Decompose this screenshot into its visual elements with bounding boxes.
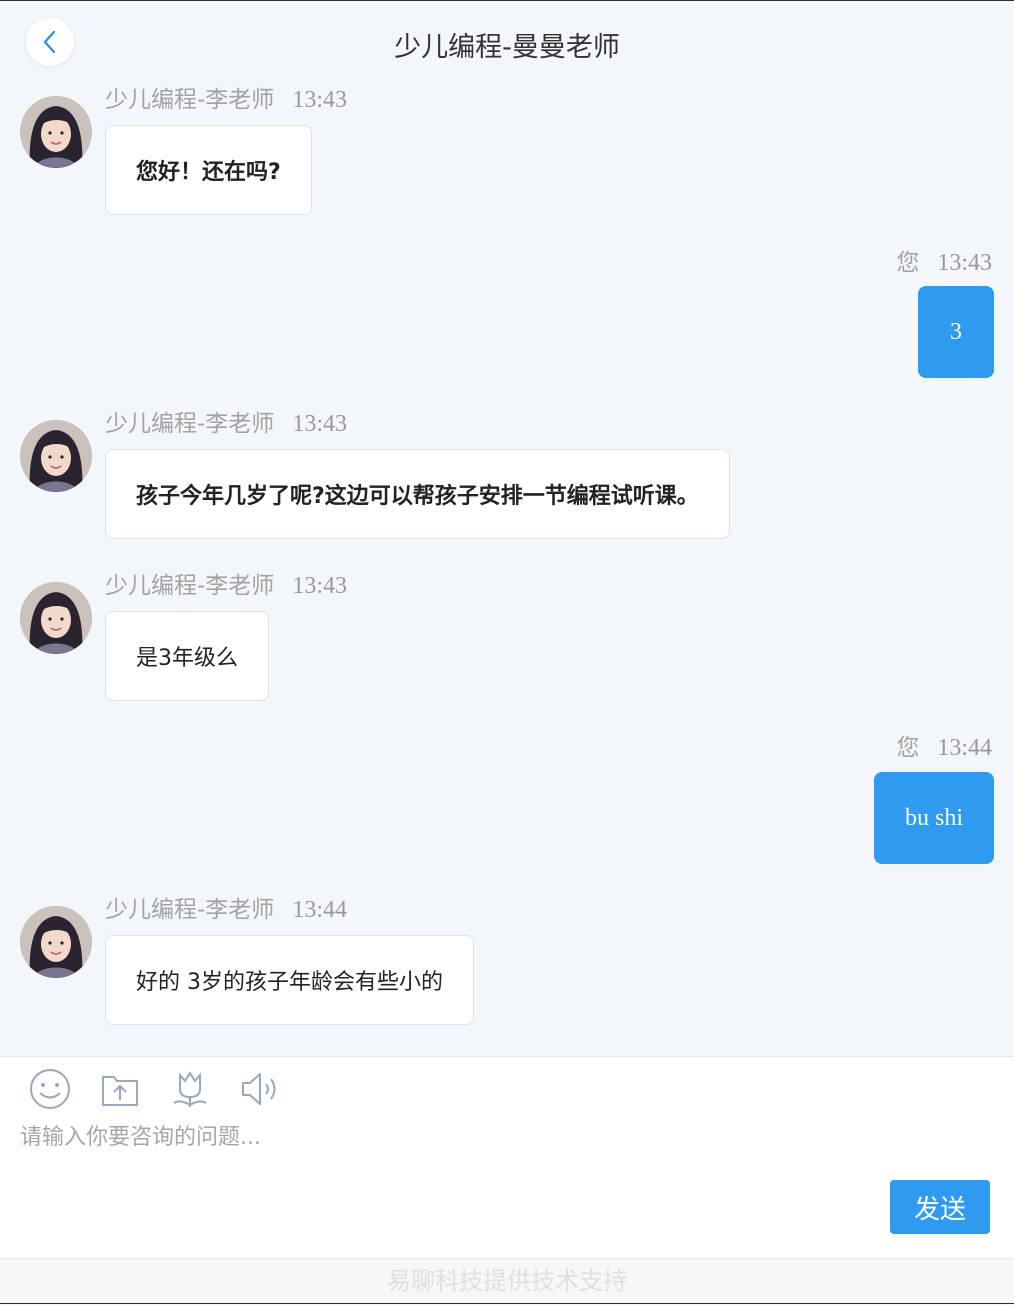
avatar <box>20 96 92 168</box>
message-meta: 少儿编程-李老师 13:43 <box>105 86 347 114</box>
message-sender: 少儿编程-李老师 <box>105 411 275 437</box>
emoji-icon <box>30 1069 70 1109</box>
message-sender: 您 <box>896 250 920 276</box>
message-time: 13:43 <box>292 573 347 599</box>
message-input[interactable] <box>20 1119 870 1219</box>
flower-icon <box>173 1071 207 1107</box>
message-meta: 少儿编程-李老师 13:43 <box>105 566 347 600</box>
message-sender: 您 <box>896 735 920 761</box>
composer: 发送 <box>0 1056 1014 1259</box>
message-bubble[interactable]: 3 <box>918 286 994 378</box>
flower-button[interactable] <box>168 1067 212 1111</box>
chat-header: 少儿编程-曼曼老师 <box>0 1 1014 85</box>
message-sender: 少儿编程-李老师 <box>105 573 275 599</box>
message-list[interactable]: 少儿编程-李老师 13:43 您好！还在吗? 您 13:43 3 少儿编程-李老师 1… <box>0 86 1014 1056</box>
send-button[interactable]: 发送 <box>890 1180 990 1234</box>
page-title: 少儿编程-曼曼老师 <box>394 32 620 63</box>
avatar <box>20 420 92 492</box>
message-bubble[interactable]: 是3年级么 <box>105 611 269 701</box>
message-sender: 少儿编程-李老师 <box>105 897 275 923</box>
message-time: 13:44 <box>937 735 992 761</box>
message-sender: 少儿编程-李老师 <box>105 87 275 113</box>
message-meta: 您 13:44 <box>896 728 992 762</box>
message-bubble[interactable]: 好的 3岁的孩子年龄会有些小的 <box>105 935 474 1025</box>
message-meta: 少儿编程-李老师 13:44 <box>105 890 347 924</box>
avatar <box>20 582 92 654</box>
message-meta: 少儿编程-李老师 13:43 <box>105 404 347 438</box>
footer-credit: 易聊科技提供技术支持 <box>0 1258 1014 1305</box>
message-bubble[interactable]: bu shi <box>874 772 994 864</box>
message-meta: 您 13:43 <box>896 243 992 277</box>
upload-file-button[interactable] <box>98 1067 142 1111</box>
emoji-button[interactable] <box>28 1067 72 1111</box>
message-time: 13:44 <box>292 897 347 923</box>
message-bubble[interactable]: 孩子今年几岁了呢?这边可以帮孩子安排一节编程试听课。 <box>105 449 730 539</box>
message-time: 13:43 <box>292 411 347 437</box>
avatar <box>20 906 92 978</box>
voice-button[interactable] <box>238 1067 282 1111</box>
message-bubble[interactable]: 您好！还在吗? <box>105 125 312 215</box>
message-time: 13:43 <box>937 250 992 276</box>
voice-icon <box>242 1073 276 1105</box>
message-time: 13:43 <box>292 87 347 113</box>
upload-file-icon <box>102 1076 138 1106</box>
